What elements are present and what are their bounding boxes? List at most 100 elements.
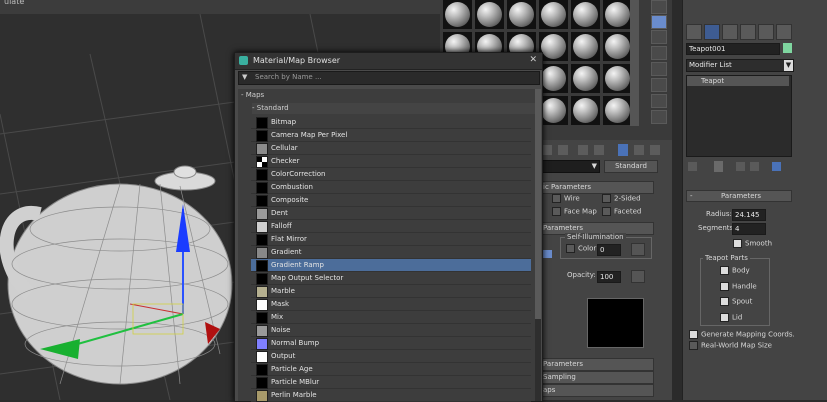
make-preview-icon[interactable] [651,78,667,92]
smooth-checkbox[interactable]: Smooth [733,239,772,248]
sample-slot[interactable] [475,0,504,29]
material-name-field[interactable]: ▼ [542,160,600,173]
sample-slot[interactable] [539,96,568,125]
options-dropdown-icon[interactable]: ▼ [242,73,247,81]
wire-checkbox[interactable]: Wire [552,194,580,203]
object-color-swatch[interactable] [783,43,792,53]
map-list-item[interactable]: ColorCorrection [251,168,531,181]
material-type-button[interactable]: Standard [604,160,658,173]
create-tab-icon[interactable] [686,24,702,40]
sample-uv-icon[interactable] [651,46,667,60]
slot-scrollbar[interactable] [630,0,639,126]
sample-slot[interactable] [571,64,600,93]
spout-checkbox[interactable]: Spout [720,297,752,306]
remove-modifier-icon[interactable] [750,162,759,171]
map-list-item[interactable]: Checker [251,155,531,168]
modifier-list-dropdown[interactable]: Modifier List ▼ [686,59,794,72]
show-map-in-viewport-icon[interactable] [618,144,628,156]
faceted-checkbox[interactable]: Faceted [602,207,641,216]
map-list-item[interactable]: Gradient [251,246,531,259]
utilities-tab-icon[interactable] [776,24,792,40]
sample-slot[interactable] [571,0,600,29]
rollout-maps[interactable]: aps [542,384,654,397]
browser-titlebar[interactable]: Material/Map Browser ✕ [235,53,542,70]
lid-checkbox[interactable]: Lid [720,313,742,322]
self-illum-color-field[interactable]: 0 [597,244,621,256]
sample-slot[interactable] [603,96,632,125]
sample-slot[interactable] [507,0,536,29]
toolbar-icon[interactable] [578,145,588,155]
segments-field[interactable]: 4 [732,223,766,235]
hierarchy-tab-icon[interactable] [722,24,738,40]
map-list-item[interactable]: Flat Mirror [251,233,531,246]
toolbar-icon[interactable] [558,145,568,155]
scrollbar-thumb[interactable] [535,89,541,319]
sample-slot[interactable] [603,32,632,61]
close-icon[interactable]: ✕ [529,55,537,65]
map-list-item[interactable]: Camera Map Per Pixel [251,129,531,142]
map-list-item[interactable]: Gradient Ramp [251,259,531,272]
sample-slot[interactable] [539,64,568,93]
sample-slot[interactable] [539,0,568,29]
object-name-field[interactable]: Teapot001 [686,43,780,55]
modify-tab-icon[interactable] [704,24,720,40]
map-list-item[interactable]: Normal Bump [251,337,531,350]
opacity-field[interactable]: 100 [597,271,621,283]
map-list-item[interactable]: Cellular [251,142,531,155]
radius-field[interactable]: 24.145 [732,209,766,221]
map-list-item[interactable]: Mask [251,298,531,311]
map-list-item[interactable]: Output [251,350,531,363]
two-sided-checkbox[interactable]: 2-Sided [602,194,641,203]
backlight-icon[interactable] [651,15,667,29]
lock-icon[interactable] [543,250,552,258]
sample-slot[interactable] [571,96,600,125]
map-list-item[interactable]: Noise [251,324,531,337]
select-by-material-icon[interactable] [651,110,667,124]
rollout-basic-parameters[interactable]: ic Parameters [542,181,654,194]
body-checkbox[interactable]: Body [720,266,750,275]
map-list-item[interactable]: Particle Age [251,363,531,376]
browser-scrollbar[interactable] [535,89,541,401]
show-end-result-icon[interactable] [714,161,723,172]
group-standard[interactable]: - Standard [252,103,537,114]
rollout-parameters-2[interactable]: Parameters [542,358,654,371]
map-list-item[interactable]: Perlin Marble [251,389,531,402]
sample-slot[interactable] [603,64,632,93]
configure-sets-icon[interactable] [772,162,781,171]
video-color-check-icon[interactable] [651,62,667,76]
group-maps[interactable]: - Maps [241,90,537,101]
sample-slot[interactable] [603,0,632,29]
real-world-map-checkbox[interactable]: Real-World Map Size [689,341,772,350]
map-list-item[interactable]: Dent [251,207,531,220]
map-list-item[interactable]: Map Output Selector [251,272,531,285]
search-by-name-input[interactable]: ▼ Search by Name ... [238,71,540,85]
display-tab-icon[interactable] [758,24,774,40]
self-illum-map-button[interactable] [631,243,645,256]
handle-checkbox[interactable]: Handle [720,282,757,291]
map-list-item[interactable]: Combustion [251,181,531,194]
map-list-item[interactable]: Marble [251,285,531,298]
background-icon[interactable] [651,30,667,44]
opacity-map-button[interactable] [631,270,645,283]
rollout-sampling[interactable]: Sampling [542,371,654,384]
stack-item-teapot[interactable]: Teapot [687,76,789,86]
toolbar-icon[interactable] [542,145,552,155]
self-illum-color-checkbox[interactable]: Color [566,244,596,253]
sample-slot[interactable] [539,32,568,61]
toolbar-icon[interactable] [594,145,604,155]
toolbar-icon[interactable] [634,145,644,155]
map-list-item[interactable]: Mix [251,311,531,324]
parameters-rollout-header[interactable]: - Parameters [686,190,792,202]
sample-type-icon[interactable] [651,0,667,14]
face-map-checkbox[interactable]: Face Map [552,207,597,216]
toolbar-icon[interactable] [650,145,660,155]
options-icon[interactable] [651,94,667,108]
motion-tab-icon[interactable] [740,24,756,40]
map-list-item[interactable]: Bitmap [251,116,531,129]
map-list-item[interactable]: Falloff [251,220,531,233]
map-list-item[interactable]: Particle MBlur [251,376,531,389]
sample-slot[interactable] [571,32,600,61]
map-list-item[interactable]: Composite [251,194,531,207]
make-unique-icon[interactable] [736,162,745,171]
sample-slot[interactable] [443,0,472,29]
